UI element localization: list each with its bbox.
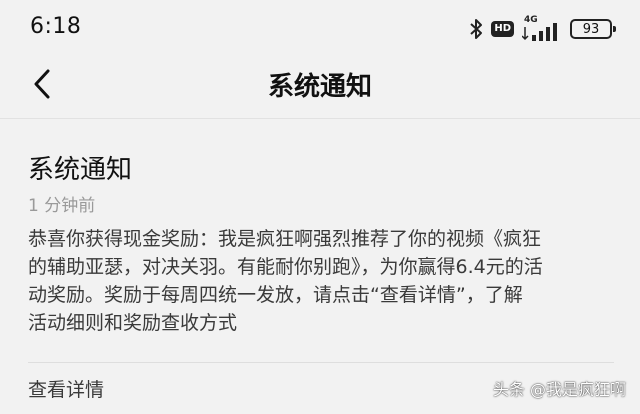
hd-icon: HD — [491, 21, 514, 37]
status-time: 6:18 — [30, 14, 82, 39]
page-title: 系统通知 — [267, 72, 372, 102]
battery-level: 93 — [582, 21, 600, 37]
message-time: 1 分钟前 — [28, 196, 96, 216]
message-body-line: 活动细则和奖励查收方式 — [28, 312, 238, 334]
signal-icon: 4G — [522, 15, 562, 41]
signal-bars — [522, 23, 557, 41]
status-bar: 6:18 HD 4G 93 — [0, 0, 640, 56]
view-details-link[interactable]: 查看详情 — [28, 375, 104, 402]
bluetooth-icon — [470, 19, 483, 39]
watermark: 头条 @我是疯狂啊 — [492, 380, 626, 399]
message-body-line: 的辅助亚瑟，对决关羽。有能耐你别跑》，为你赢得6.4元的活 — [28, 256, 543, 278]
message-title: 系统通知 — [28, 155, 133, 185]
nav-bar: 系统通知 — [0, 56, 640, 116]
battery-tip — [613, 26, 616, 32]
notification-card: 系统通知 1 分钟前 恭喜你获得现金奖励：我是疯狂啊强烈推荐了你的视频《疯狂 的… — [0, 119, 640, 414]
message-body-line: 动奖励。奖励于每周四统一发放，请点击“查看详情”，了解 — [28, 284, 523, 306]
battery-icon: 93 — [570, 19, 616, 39]
card-divider — [28, 362, 614, 363]
message-body: 恭喜你获得现金奖励：我是疯狂啊强烈推荐了你的视频《疯狂 的辅助亚瑟，对决关羽。有… — [28, 225, 628, 337]
message-body-line: 恭喜你获得现金奖励：我是疯狂啊强烈推荐了你的视频《疯狂 — [28, 228, 542, 250]
status-icons: HD 4G 93 — [469, 15, 616, 42]
